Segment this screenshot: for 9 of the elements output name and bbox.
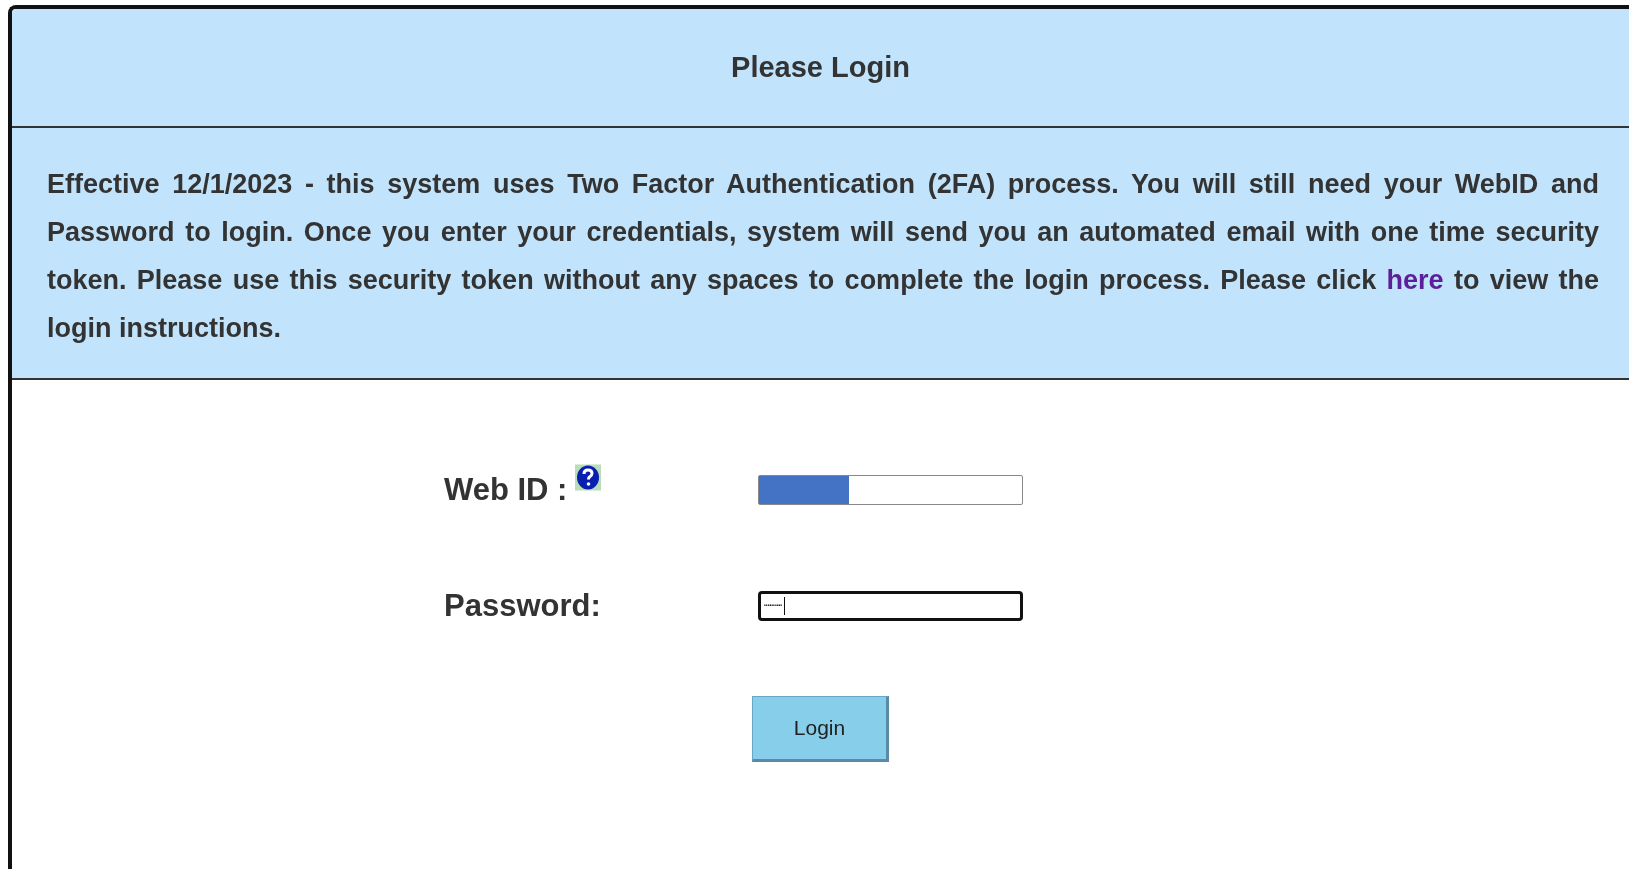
web-id-field[interactable] — [758, 475, 1023, 505]
panel-title: Please Login — [731, 51, 910, 84]
help-icon[interactable] — [575, 464, 602, 491]
field-label: Password: — [444, 588, 601, 624]
password-field[interactable]: ·········· — [758, 591, 1023, 621]
field-label: Web ID : — [444, 472, 568, 508]
instructions-link[interactable]: here — [1386, 265, 1444, 295]
notice-text: Effective 12/1/2023 - this system uses Two Factor Authentication (2FA) process. You will still need your WebID and Password to login. Once you enter your credentials, system will send you an automated email with one time security token. Please use this security token without any spaces to complete the login process. Please click here to view the login instructions. — [47, 168, 1599, 345]
login-button[interactable]: Login — [752, 696, 889, 762]
